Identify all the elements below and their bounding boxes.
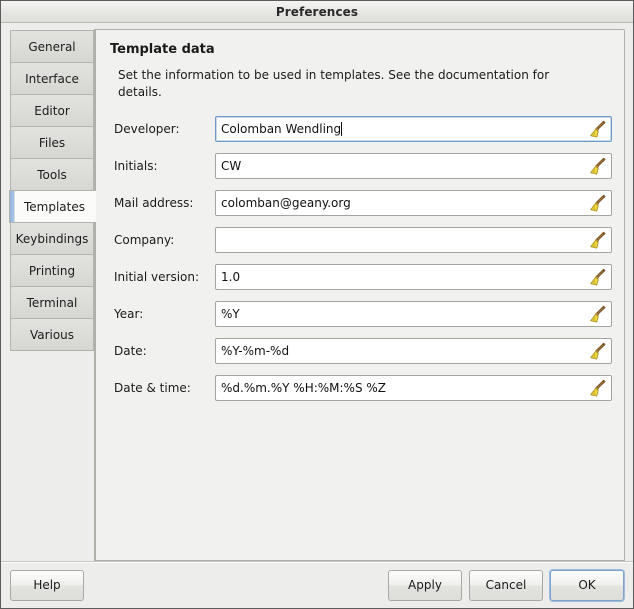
field-input-mail-address[interactable]: colomban@geany.org	[215, 190, 612, 216]
sidebar-item-label: Templates	[23, 199, 85, 214]
broom-icon[interactable]	[586, 266, 608, 288]
field-input-date-time[interactable]: %d.%m.%Y %H:%M:%S %Z	[215, 375, 612, 401]
sidebar-item-label: Editor	[34, 103, 70, 118]
page-title: Template data	[110, 42, 215, 57]
cancel-button[interactable]: Cancel	[469, 569, 543, 601]
sidebar-item-label: Keybindings	[15, 231, 89, 246]
page-description: Set the information to be used in templa…	[118, 68, 550, 99]
field-value-mail-address: colomban@geany.org	[221, 196, 351, 210]
sidebar-item-label: General	[28, 39, 76, 54]
ok-button[interactable]: OK	[550, 569, 624, 601]
apply-button[interactable]: Apply	[388, 569, 462, 601]
sidebar-item-templates[interactable]: Templates	[9, 190, 96, 223]
preferences-window: Preferences General Interface Editor Files T…	[0, 0, 634, 609]
field-label-mail-address: Mail address:	[114, 196, 194, 210]
template-data-panel: Template data Set the information to be …	[95, 29, 625, 561]
field-input-date[interactable]: %Y-%m-%d	[215, 338, 612, 364]
field-input-initials[interactable]: CW	[215, 153, 612, 179]
template-data-form: Developer: Colomban Wendling Initials: CW Ma…	[111, 115, 612, 402]
broom-icon[interactable]	[586, 303, 608, 325]
sidebar-item-files[interactable]: Files	[10, 126, 94, 159]
preferences-category-list: General Interface Editor Files Tools Template…	[9, 29, 96, 561]
help-button[interactable]: Help	[10, 569, 84, 601]
sidebar-item-interface[interactable]: Interface	[10, 62, 94, 95]
sidebar-item-general[interactable]: General	[10, 30, 94, 63]
field-input-company[interactable]	[215, 227, 612, 253]
sidebar-item-label: Various	[29, 327, 75, 342]
sidebar-item-label: Printing	[28, 263, 76, 278]
sidebar-item-label: Terminal	[26, 295, 78, 310]
sidebar-item-label: Files	[38, 135, 66, 150]
field-label-date-time: Date & time:	[114, 381, 191, 395]
field-label-initial-version: Initial version:	[114, 270, 200, 284]
field-input-year[interactable]: %Y	[215, 301, 612, 327]
window-title: Preferences	[275, 4, 359, 19]
sidebar-item-label: Interface	[25, 71, 79, 86]
sidebar-item-tools[interactable]: Tools	[10, 158, 94, 191]
field-label-year: Year:	[114, 307, 144, 321]
field-input-initial-version[interactable]: 1.0	[215, 264, 612, 290]
dialog-button-bar: Help Apply Cancel OK	[1, 561, 633, 608]
broom-icon[interactable]	[586, 118, 608, 140]
broom-icon[interactable]	[586, 192, 608, 214]
broom-icon[interactable]	[586, 340, 608, 362]
field-row-mail-address: Mail address: colomban@geany.org	[111, 189, 612, 217]
field-row-initial-version: Initial version: 1.0	[111, 263, 612, 291]
field-row-date: Date: %Y-%m-%d	[111, 337, 612, 365]
title-bar: Preferences	[1, 1, 633, 23]
field-label-developer: Developer:	[114, 122, 180, 136]
field-value-year: %Y	[221, 307, 240, 321]
text-caret	[341, 122, 343, 136]
field-row-year: Year: %Y	[111, 300, 612, 328]
field-value-initial-version: 1.0	[221, 270, 241, 284]
sidebar-item-printing[interactable]: Printing	[10, 254, 94, 287]
sidebar-item-label: Tools	[37, 167, 67, 182]
sidebar-item-keybindings[interactable]: Keybindings	[10, 222, 94, 255]
field-value-developer: Colomban Wendling	[221, 122, 342, 136]
field-value-initials: CW	[221, 159, 242, 173]
field-row-company: Company:	[111, 226, 612, 254]
sidebar-item-various[interactable]: Various	[10, 318, 94, 351]
field-row-date-time: Date & time: %d.%m.%Y %H:%M:%S %Z	[111, 374, 612, 402]
broom-icon[interactable]	[586, 155, 608, 177]
sidebar-item-editor[interactable]: Editor	[10, 94, 94, 127]
field-row-initials: Initials: CW	[111, 152, 612, 180]
broom-icon[interactable]	[586, 377, 608, 399]
field-label-date: Date:	[114, 344, 147, 358]
sidebar-item-terminal[interactable]: Terminal	[10, 286, 94, 319]
field-row-developer: Developer: Colomban Wendling	[111, 115, 612, 143]
field-label-company: Company:	[114, 233, 175, 247]
dialog-body: General Interface Editor Files Tools Template…	[1, 23, 633, 561]
broom-icon[interactable]	[586, 229, 608, 251]
field-value-date-time: %d.%m.%Y %H:%M:%S %Z	[221, 381, 387, 395]
field-value-date: %Y-%m-%d	[221, 344, 290, 358]
field-input-developer[interactable]: Colomban Wendling	[215, 116, 612, 142]
field-label-initials: Initials:	[114, 159, 158, 173]
